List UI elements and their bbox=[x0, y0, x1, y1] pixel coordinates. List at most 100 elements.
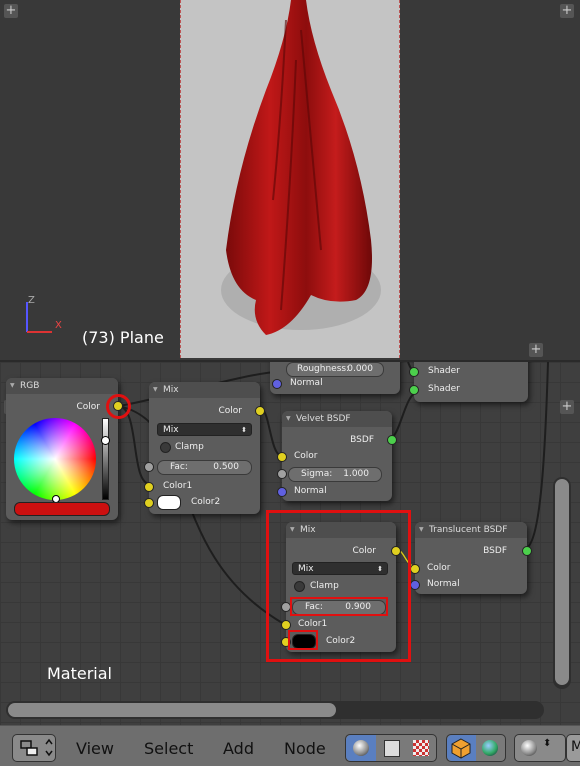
editor-context-label: Material bbox=[47, 664, 112, 683]
velvet-sigma-value: 1.000 bbox=[343, 469, 369, 479]
translucent-color-socket[interactable] bbox=[410, 564, 420, 574]
translucent-normal-label: Normal bbox=[427, 579, 460, 589]
area-split-plus-icon[interactable]: + bbox=[4, 4, 18, 18]
mix1-color-output-socket[interactable] bbox=[255, 406, 265, 416]
object-toggle[interactable] bbox=[447, 735, 476, 761]
horizontal-scrollbar[interactable] bbox=[6, 701, 544, 719]
mix1-color1-label: Color1 bbox=[163, 481, 193, 491]
normal-socket[interactable] bbox=[272, 379, 282, 389]
color-wheel[interactable] bbox=[14, 418, 96, 503]
color2-highlight-box bbox=[288, 630, 318, 650]
mix1-color2-label: Color2 bbox=[191, 497, 221, 507]
axis-x-label: X bbox=[55, 320, 62, 331]
vertical-scrollbar-thumb[interactable] bbox=[555, 479, 569, 685]
rgb-color-swatch[interactable] bbox=[14, 502, 110, 516]
roughness-label: Roughness: bbox=[297, 364, 350, 374]
node-editor-header: View Select Add Node ⬍ M bbox=[0, 725, 580, 766]
shader-type-texture[interactable] bbox=[406, 735, 436, 761]
red-cloth-image bbox=[221, 0, 381, 335]
fac-highlight-box bbox=[290, 597, 388, 616]
render-preview bbox=[180, 0, 400, 358]
texture-checker-icon bbox=[413, 740, 429, 756]
cube-icon bbox=[451, 738, 471, 759]
velvet-bsdf-output-label: BSDF bbox=[350, 435, 374, 445]
image-icon bbox=[384, 740, 400, 757]
mix-node-1-title: Mix bbox=[163, 385, 179, 395]
mix1-blend-mode-value: Mix bbox=[163, 425, 179, 435]
chevron-updown-icon: ⬍ bbox=[241, 426, 247, 434]
velvet-color-socket[interactable] bbox=[277, 452, 287, 462]
translucent-bsdf-output-socket[interactable] bbox=[522, 546, 532, 556]
mix1-clamp-checkbox[interactable] bbox=[160, 442, 171, 453]
translucent-bsdf-node[interactable]: Translucent BSDF BSDF Color Normal bbox=[410, 522, 532, 594]
velvet-sigma-label: Sigma: bbox=[301, 469, 333, 479]
velvet-color-label: Color bbox=[294, 451, 318, 461]
chevron-updown-icon: ⬍ bbox=[543, 738, 552, 749]
mix1-color2-swatch[interactable] bbox=[157, 495, 181, 510]
menu-add[interactable]: Add bbox=[223, 739, 254, 758]
translucent-color-label: Color bbox=[427, 563, 451, 573]
rgb-node-header[interactable]: RGB bbox=[6, 378, 118, 394]
shader-input-label: Shader bbox=[428, 366, 460, 376]
roughness-field[interactable]: Roughness: 0.000 bbox=[286, 362, 384, 377]
menu-node[interactable]: Node bbox=[284, 739, 326, 758]
axis-z-label: Z bbox=[28, 295, 35, 306]
world-globe-icon bbox=[482, 740, 498, 756]
world-toggle[interactable] bbox=[476, 735, 505, 761]
mix1-clamp-label: Clamp bbox=[175, 442, 204, 452]
shader-type-object[interactable] bbox=[346, 735, 376, 761]
rgb-color-output-label: Color bbox=[76, 402, 101, 412]
mix1-fac-value: 0.500 bbox=[213, 462, 239, 472]
mix-node-1[interactable]: Mix Color Mix ⬍ Clamp Fac: 0.500 Color1 … bbox=[144, 382, 265, 514]
highlight-circle bbox=[106, 394, 131, 419]
velvet-node-title: Velvet BSDF bbox=[296, 414, 351, 424]
mix1-color-output-label: Color bbox=[218, 406, 243, 416]
menu-view[interactable]: View bbox=[76, 739, 114, 758]
material-name-field[interactable]: M bbox=[566, 734, 580, 762]
rgb-node[interactable]: RGB Color bbox=[6, 378, 118, 520]
translucent-normal-socket[interactable] bbox=[410, 580, 420, 590]
velvet-normal-socket[interactable] bbox=[277, 487, 287, 497]
normal-label: Normal bbox=[290, 378, 323, 388]
horizontal-scrollbar-thumb[interactable] bbox=[8, 703, 336, 717]
mix1-blend-mode-dropdown[interactable]: Mix ⬍ bbox=[157, 423, 252, 436]
material-sphere-icon bbox=[521, 740, 537, 756]
translucent-bsdf-output-label: BSDF bbox=[483, 546, 507, 556]
velvet-node-header[interactable]: Velvet BSDF bbox=[282, 411, 392, 427]
area-split-plus-icon[interactable]: + bbox=[560, 4, 574, 18]
shader-type-group bbox=[345, 734, 437, 762]
object-label: (73) Plane bbox=[82, 328, 164, 347]
shader-input-socket[interactable] bbox=[409, 367, 419, 377]
3d-viewport[interactable]: + + Z X (73) Plane + bbox=[0, 0, 580, 360]
mix-node-1-header[interactable]: Mix bbox=[149, 382, 260, 398]
translucent-node-header[interactable]: Translucent BSDF bbox=[415, 522, 527, 538]
velvet-bsdf-output-socket[interactable] bbox=[387, 435, 397, 445]
rgb-node-title: RGB bbox=[20, 381, 40, 391]
node-editor[interactable]: + + Roughness: 0.000 Normal Shader Shade… bbox=[0, 360, 580, 727]
area-split-plus-icon[interactable]: + bbox=[560, 400, 574, 414]
mix1-color1-socket[interactable] bbox=[144, 482, 154, 492]
editor-type-button[interactable] bbox=[12, 734, 56, 762]
menu-select[interactable]: Select bbox=[144, 739, 193, 758]
velvet-normal-label: Normal bbox=[294, 486, 327, 496]
mix1-color2-socket[interactable] bbox=[144, 498, 154, 508]
roughness-value: 0.000 bbox=[347, 364, 373, 374]
vertical-scrollbar[interactable] bbox=[553, 477, 571, 689]
mix1-fac-socket[interactable] bbox=[144, 462, 154, 472]
area-split-plus-icon[interactable]: + bbox=[529, 343, 543, 357]
mix1-fac-field[interactable]: Fac: 0.500 bbox=[157, 460, 252, 475]
shader-type-world[interactable] bbox=[376, 735, 406, 761]
partial-shader-node[interactable]: Roughness: 0.000 Normal bbox=[270, 362, 400, 394]
material-browse-button[interactable]: ⬍ bbox=[514, 734, 566, 762]
shader-input-socket[interactable] bbox=[409, 385, 419, 395]
material-name-partial: M bbox=[571, 739, 580, 755]
mix1-fac-label: Fac: bbox=[170, 462, 188, 472]
node-editor-icon bbox=[20, 738, 53, 757]
velvet-bsdf-node[interactable]: Velvet BSDF BSDF Color Sigma: 1.000 Norm… bbox=[277, 411, 397, 501]
material-sphere-icon bbox=[353, 740, 369, 756]
velvet-sigma-field[interactable]: Sigma: 1.000 bbox=[288, 467, 382, 482]
mix-shader-node[interactable]: Shader Shader bbox=[409, 362, 528, 402]
shader-input-label: Shader bbox=[428, 384, 460, 394]
velvet-sigma-socket[interactable] bbox=[277, 469, 287, 479]
value-slider[interactable] bbox=[101, 418, 110, 500]
